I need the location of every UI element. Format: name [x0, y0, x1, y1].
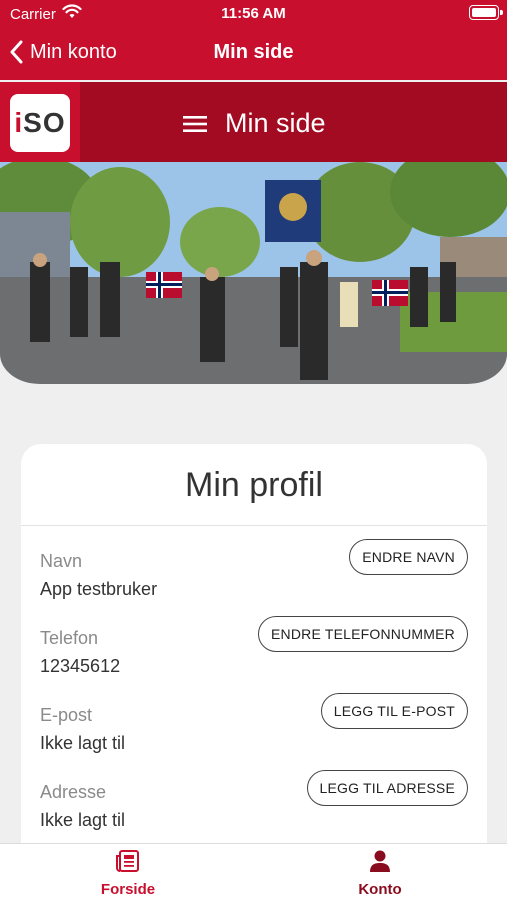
field-value: Ikke lagt til: [40, 810, 126, 830]
parade-photo: [0, 162, 507, 384]
status-bar: Carrier 11:56 AM: [0, 0, 507, 28]
field-value: App testbruker: [40, 579, 158, 599]
change-phone-button[interactable]: ENDRE TELEFONNUMMER: [257, 616, 468, 652]
field-value: Ikke lagt til: [40, 733, 126, 753]
add-address-button[interactable]: LEGG TIL ADRESSE: [306, 770, 468, 806]
field-label: Adresse: [40, 782, 107, 802]
change-name-button[interactable]: ENDRE NAVN: [349, 539, 468, 575]
profile-row-name: Navn App testbruker ENDRE NAVN: [21, 539, 487, 621]
field-label: E-post: [40, 705, 93, 725]
menu-button[interactable]: Min side: [183, 108, 326, 139]
iso-logo[interactable]: i SO: [10, 94, 70, 152]
add-email-button[interactable]: LEGG TIL E-POST: [320, 693, 468, 729]
chevron-left-icon: [10, 40, 23, 64]
banner-photo: [0, 162, 507, 384]
clock: 11:56 AM: [221, 5, 286, 22]
hamburger-icon: [183, 115, 207, 132]
profile-row-address: Adresse Ikke lagt til LEGG TIL ADRESSE: [21, 770, 487, 852]
field-value: 12345612: [40, 656, 121, 676]
profile-title: Min profil: [21, 444, 487, 526]
tab-forside[interactable]: Forside: [68, 850, 188, 898]
back-button[interactable]: Min konto: [10, 40, 117, 64]
menu-title: Min side: [225, 108, 326, 138]
profile-row-phone: Telefon 12345612 ENDRE TELEFONNUMMER: [21, 616, 487, 698]
tab-label: Forside: [100, 881, 156, 898]
back-label: Min konto: [30, 40, 117, 63]
site-header: i SO Min side: [0, 82, 507, 162]
person-icon: [370, 850, 390, 872]
battery-icon: [469, 5, 503, 20]
field-label: Navn: [40, 551, 83, 571]
profile-row-email: E-post Ikke lagt til LEGG TIL E-POST: [21, 693, 487, 775]
logo-container: i SO: [0, 82, 80, 162]
newspaper-icon: [116, 850, 139, 872]
field-label: Telefon: [40, 628, 99, 648]
profile-card: Min profil Navn App testbruker ENDRE NAV…: [21, 444, 487, 864]
tab-label: Konto: [358, 881, 402, 898]
navigation-bar: Min konto Min side: [0, 28, 507, 78]
tab-konto[interactable]: Konto: [320, 850, 440, 898]
tab-bar: Forside Konto: [0, 843, 507, 900]
